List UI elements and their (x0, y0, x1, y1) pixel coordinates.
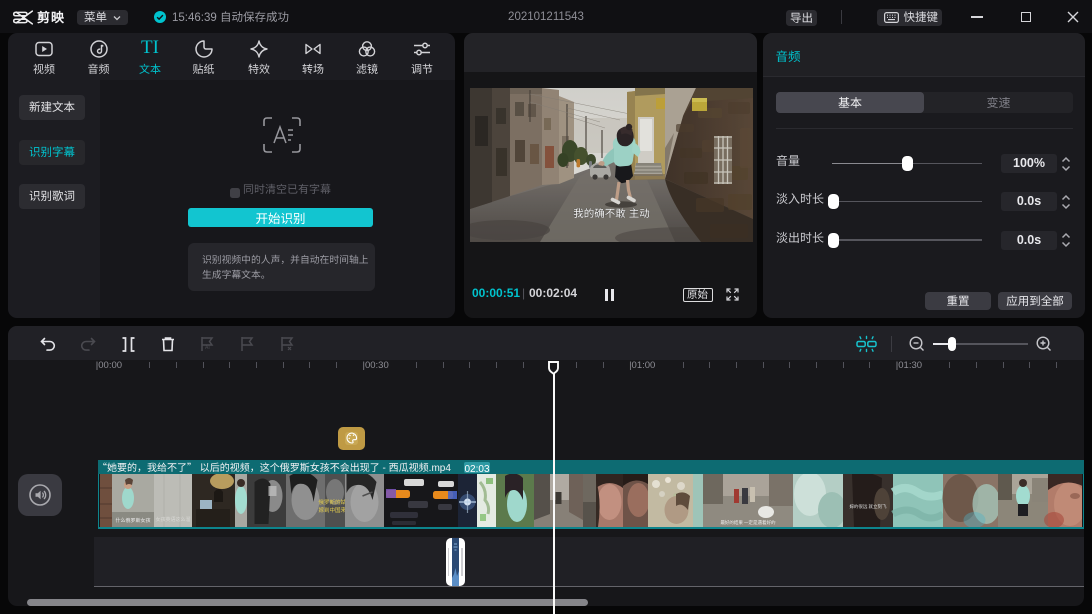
svg-text:最好的结果 一定是遇着好的: 最好的结果 一定是遇着好的 (720, 519, 776, 526)
svg-text:什么俄罗斯女孩: 什么俄罗斯女孩 (115, 517, 150, 524)
svg-text:嫁的很远 就立刻飞: 嫁的很远 就立刻飞 (849, 503, 887, 510)
svg-text:AI: AI (205, 344, 210, 351)
svg-text:女孩英语这么溜: 女孩英语这么溜 (155, 516, 190, 523)
svg-text:我的确不敢 主动: 我的确不敢 主动 (573, 206, 649, 221)
